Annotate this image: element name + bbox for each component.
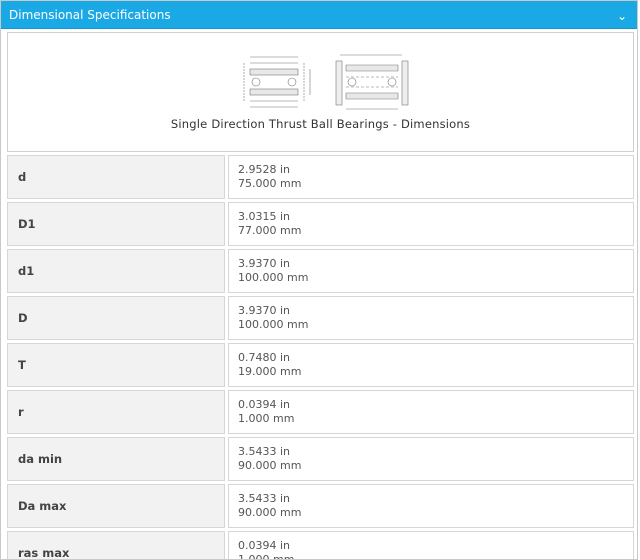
panel-title: Dimensional Specifications (9, 7, 171, 22)
spec-row: T 0.7480 in 19.000 mm (7, 343, 634, 387)
spec-label: T (7, 343, 225, 387)
spec-value-mm: 90.000 mm (238, 459, 302, 472)
chevron-down-icon[interactable]: ⌄ (617, 10, 627, 22)
spec-label: ras max (7, 531, 225, 559)
spec-value-inch: 0.0394 in (238, 398, 291, 411)
panel-content: Single Direction Thrust Ball Bearings - … (1, 29, 637, 560)
spec-row: D 3.9370 in 100.000 mm (7, 296, 634, 340)
spec-label: d1 (7, 249, 225, 293)
spec-value: 0.0394 in 1.000 mm (228, 390, 634, 434)
spec-value: 3.9370 in 100.000 mm (228, 296, 634, 340)
spec-value-mm: 19.000 mm (238, 365, 302, 378)
spec-value-mm: 100.000 mm (238, 318, 309, 331)
spec-row: ras max 0.0394 in 1.000 mm (7, 531, 634, 560)
spec-value: 3.0315 in 77.000 mm (228, 202, 634, 246)
spec-value: 2.9528 in 75.000 mm (228, 155, 634, 199)
spec-label: D1 (7, 202, 225, 246)
spec-value-inch: 3.9370 in (238, 304, 291, 317)
spec-value: 0.7480 in 19.000 mm (228, 343, 634, 387)
spec-value: 3.5433 in 90.000 mm (228, 484, 634, 528)
spec-value-mm: 100.000 mm (238, 271, 309, 284)
spec-label: r (7, 390, 225, 434)
spec-row: r 0.0394 in 1.000 mm (7, 390, 634, 434)
spec-label: da min (7, 437, 225, 481)
spec-value-inch: 3.5433 in (238, 492, 291, 505)
dimensional-specifications-panel: Dimensional Specifications ⌄ Single Dire… (0, 0, 638, 560)
bearing-diagram-image (243, 54, 409, 110)
spec-row: d1 3.9370 in 100.000 mm (7, 249, 634, 293)
spec-value: 3.9370 in 100.000 mm (228, 249, 634, 293)
spec-row: Da max 3.5433 in 90.000 mm (7, 484, 634, 528)
spec-value-mm: 75.000 mm (238, 177, 302, 190)
spec-label: d (7, 155, 225, 199)
spec-value: 0.0394 in 1.000 mm (228, 531, 634, 560)
spec-row: d 2.9528 in 75.000 mm (7, 155, 634, 199)
spec-label: Da max (7, 484, 225, 528)
spec-value-mm: 77.000 mm (238, 224, 302, 237)
diagram-box: Single Direction Thrust Ball Bearings - … (7, 32, 634, 152)
spec-value-inch: 0.7480 in (238, 351, 291, 364)
spec-value-inch: 3.0315 in (238, 210, 291, 223)
spec-row: da min 3.5433 in 90.000 mm (7, 437, 634, 481)
spec-table: d 2.9528 in 75.000 mm D1 3.0315 in 77.000 mm d… (7, 155, 634, 560)
panel-header[interactable]: Dimensional Specifications ⌄ (1, 1, 637, 29)
spec-value-mm: 1.000 mm (238, 412, 295, 425)
spec-value-inch: 3.9370 in (238, 257, 291, 270)
spec-row: D1 3.0315 in 77.000 mm (7, 202, 634, 246)
spec-value-inch: 0.0394 in (238, 539, 291, 552)
diagram-caption: Single Direction Thrust Ball Bearings - … (170, 117, 471, 131)
spec-value-inch: 2.9528 in (238, 163, 291, 176)
spec-value-mm: 90.000 mm (238, 506, 302, 519)
spec-value: 3.5433 in 90.000 mm (228, 437, 634, 481)
spec-label: D (7, 296, 225, 340)
spec-value-mm: 1.000 mm (238, 553, 295, 560)
spec-value-inch: 3.5433 in (238, 445, 291, 458)
